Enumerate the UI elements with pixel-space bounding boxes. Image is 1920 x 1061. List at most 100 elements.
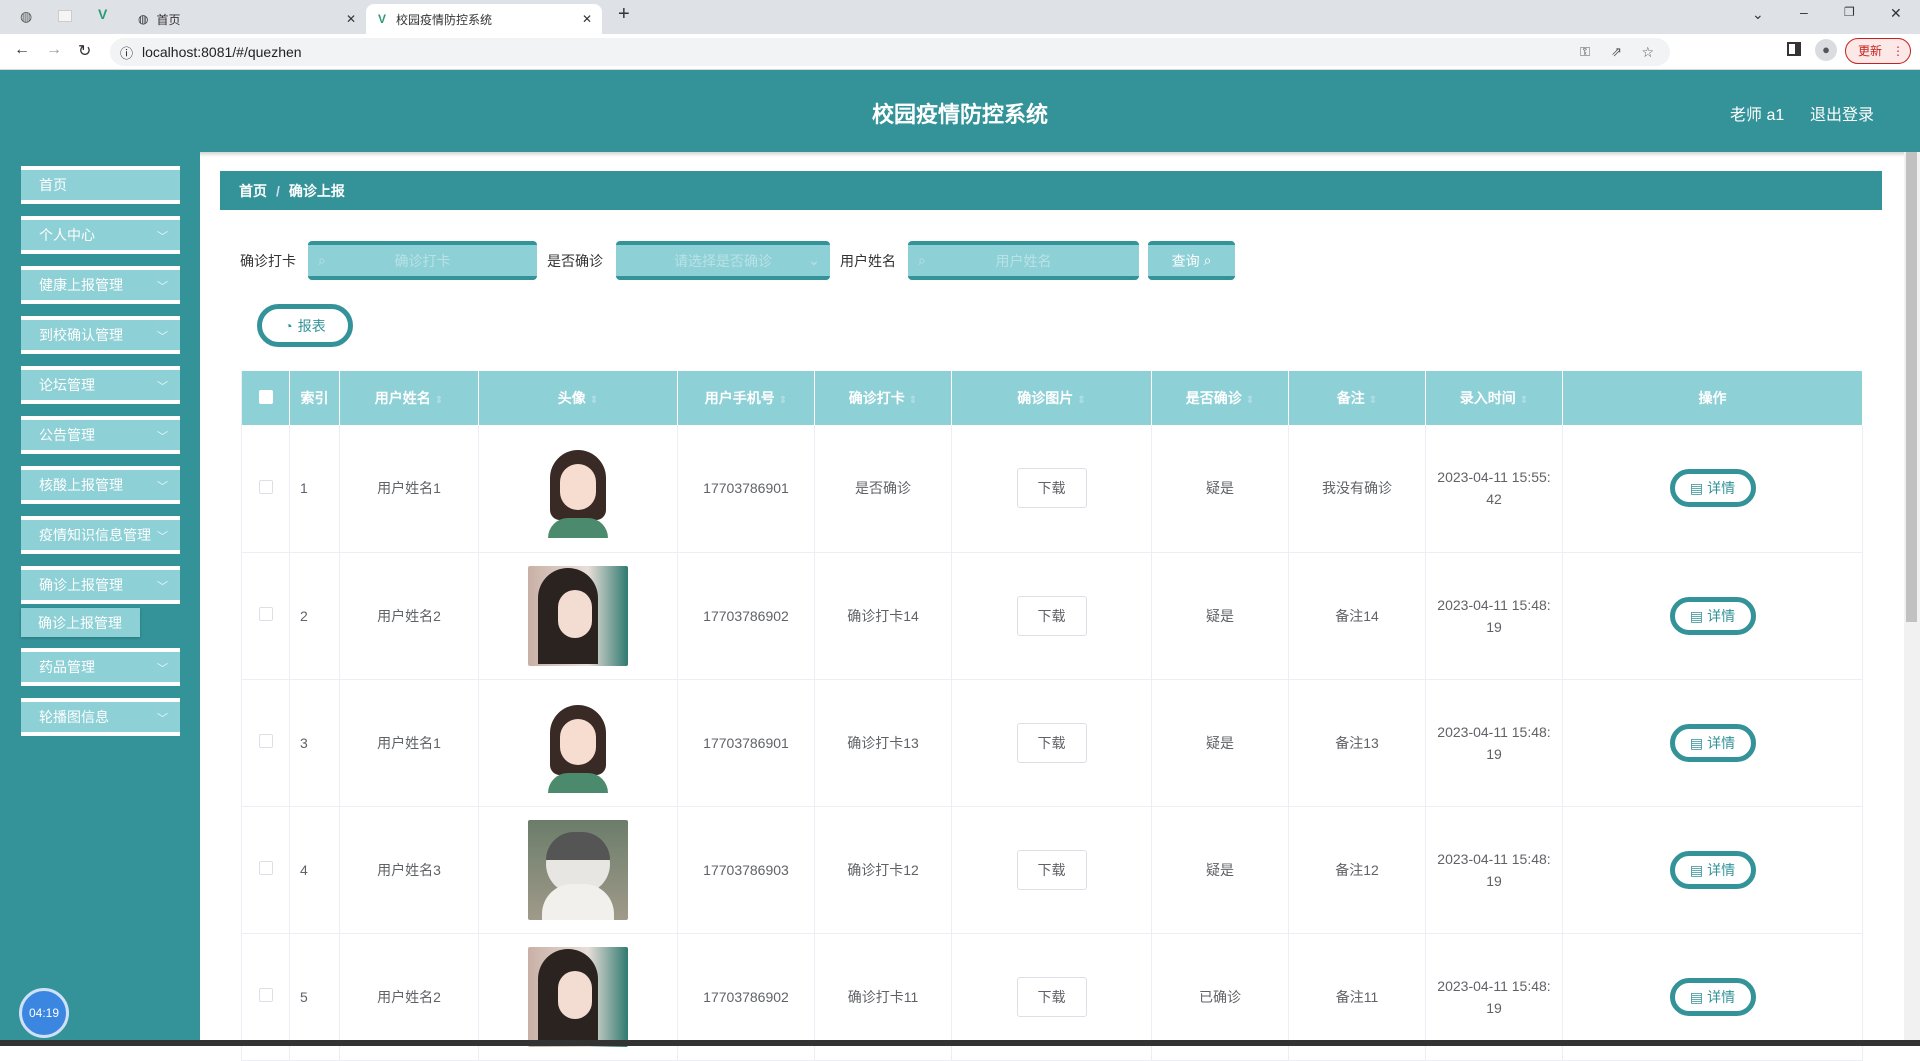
col-confirmed[interactable]: 是否确诊 ⇕ [1151,371,1289,425]
col-checkin[interactable]: 确诊打卡 ⇕ [814,371,952,425]
tab-active[interactable]: V 校园疫情防控系统 ✕ [366,4,602,34]
scrollbar-thumb[interactable] [1906,152,1917,622]
col-name[interactable]: 用户姓名 ⇕ [339,371,479,425]
menu-label: 药品管理 [39,659,95,675]
search-icon: ⌕ [918,252,926,268]
col-avatar[interactable]: 头像 ⇕ [478,371,678,425]
clock-widget[interactable]: 04:19 [19,988,69,1038]
sidebar-item-arrival[interactable]: 到校确认管理 ﹀ [21,316,180,354]
browser-tab-bar: ◍ V ◍ 首页 ✕ V 校园疫情防控系统 ✕ + ⌄ – ❐ ✕ [0,0,1920,34]
restore-icon[interactable]: ❐ [1844,5,1855,19]
row-photo: 下载 [951,552,1152,680]
menu-label: 疫情知识信息管理 [39,527,151,543]
sidebar-item-notice[interactable]: 公告管理 ﹀ [21,416,180,454]
download-button[interactable]: 下载 [1016,468,1087,509]
chevron-down-icon: ﹀ [157,713,168,725]
col-note[interactable]: 备注 ⇕ [1288,371,1426,425]
col-phone[interactable]: 用户手机号 ⇕ [677,371,815,425]
report-button[interactable]: ◔ 报表 [257,304,353,347]
sort-icon: ⇕ [1368,395,1378,406]
page-icon[interactable] [58,10,72,22]
menu-label: 个人中心 [39,227,95,243]
avatar-image[interactable] [528,438,628,539]
download-button[interactable]: 下载 [1016,976,1087,1017]
sidebar-item-carousel[interactable]: 轮播图信息 ﹀ [21,698,180,736]
document-icon: ▤ [1689,861,1704,878]
chevron-down-icon: ﹀ [157,431,168,443]
profile-icon[interactable]: ● [1815,39,1837,61]
menu-label: 首页 [39,177,67,193]
submenu-diagnosis-manage[interactable]: 确诊上报管理 [21,608,140,637]
detail-label: 详情 [1707,861,1736,878]
col-photo[interactable]: 确诊图片 ⇕ [951,371,1152,425]
sidebar-item-diagnosis[interactable]: 确诊上报管理 ﹀ [21,566,180,604]
detail-button[interactable]: ▤ 详情 [1669,596,1756,635]
sidebar-item-forum[interactable]: 论坛管理 ﹀ [21,366,180,404]
row-checkbox[interactable] [241,552,290,680]
document-icon: ▤ [1689,607,1704,624]
taskbar-edge [0,1040,1920,1046]
sidebar-item-health[interactable]: 健康上报管理 ﹀ [21,266,180,304]
breadcrumb-separator: / [276,182,280,199]
logout-link[interactable]: 退出登录 [1810,101,1874,125]
avatar-image[interactable] [528,692,628,793]
sidebar-item-personal[interactable]: 个人中心 ﹀ [21,216,180,254]
close-icon[interactable]: ✕ [346,12,356,26]
sidebar-item-knowledge[interactable]: 疫情知识信息管理 ﹀ [21,516,180,554]
sidepanel-icon[interactable] [1787,42,1801,56]
download-button[interactable]: 下载 [1016,595,1087,636]
query-button[interactable]: 查询 ⌕ [1148,241,1235,280]
key-icon[interactable]: ⚿ [1580,44,1590,60]
row-photo: 下载 [951,806,1152,934]
menu-label: 核酸上报管理 [39,477,123,493]
select-all-checkbox[interactable] [241,371,290,425]
update-button[interactable]: 更新 ⋮ [1845,38,1911,64]
detail-button[interactable]: ▤ 详情 [1669,977,1756,1016]
sidebar-item-medicine[interactable]: 药品管理 ﹀ [21,648,180,686]
globe-icon[interactable]: ◍ [20,8,32,25]
row-time: 2023-04-11 15:55:42 [1425,425,1563,553]
avatar-image[interactable] [528,565,628,666]
vue-icon[interactable]: V [98,6,107,22]
row-avatar[interactable] [478,552,678,680]
new-tab-icon[interactable]: + [618,3,630,26]
detail-button[interactable]: ▤ 详情 [1669,469,1756,508]
tab-search-icon[interactable]: ⌄ [1752,6,1764,23]
row-checkbox[interactable] [241,425,290,553]
row-time: 2023-04-11 15:48:19 [1425,679,1563,807]
detail-button[interactable]: ▤ 详情 [1669,850,1756,889]
detail-label: 详情 [1707,480,1736,497]
col-time[interactable]: 录入时间 ⇕ [1425,371,1563,425]
download-button[interactable]: 下载 [1016,722,1087,763]
row-checkbox[interactable] [241,679,290,807]
row-note: 我没有确诊 [1288,425,1426,553]
close-icon[interactable]: ✕ [582,12,592,26]
row-checkbox[interactable] [241,806,290,934]
reload-icon[interactable]: ↻ [78,41,91,61]
sidebar-item-nucleic[interactable]: 核酸上报管理 ﹀ [21,466,180,504]
close-window-icon[interactable]: ✕ [1890,5,1902,22]
row-confirmed: 疑是 [1151,552,1289,680]
confirmed-select[interactable]: 请选择是否确诊 ⌄ [616,241,830,280]
row-actions: ▤ 详情 [1562,679,1863,807]
detail-button[interactable]: ▤ 详情 [1669,723,1756,762]
forward-icon[interactable]: → [46,41,62,59]
breadcrumb-home[interactable]: 首页 [239,181,267,201]
checkin-label: 确诊打卡 [240,253,296,269]
checkin-input[interactable]: ⌕ 确诊打卡 [308,241,537,280]
download-button[interactable]: 下载 [1016,849,1087,890]
avatar-image[interactable] [528,946,628,1047]
app-title: 校园疫情防控系统 [871,102,1048,127]
tab-home[interactable]: ◍ 首页 ✕ [130,4,360,34]
avatar-image[interactable] [528,819,628,920]
minimize-icon[interactable]: – [1800,4,1808,20]
row-avatar[interactable] [478,806,678,934]
sidebar-item-home[interactable]: 首页 [21,166,180,204]
username-input[interactable]: ⌕ 用户姓名 [908,241,1139,280]
back-icon[interactable]: ← [14,41,30,59]
share-icon[interactable]: ⇗ [1611,44,1622,60]
star-icon[interactable]: ☆ [1641,44,1654,61]
row-avatar[interactable] [478,679,678,807]
url-input[interactable]: ⓘ localhost:8081/#/quezhen ☆ ⇗ ⚿ [110,38,1670,66]
row-avatar[interactable] [478,425,678,553]
